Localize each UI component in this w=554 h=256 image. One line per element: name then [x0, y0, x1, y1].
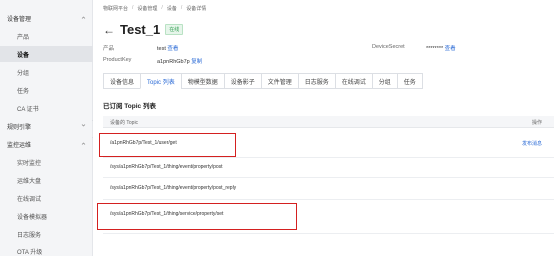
tab-device-info[interactable]: 设备信息 — [103, 73, 142, 89]
product-info-label: 产品 — [103, 46, 115, 52]
status-badge: 在线 — [165, 24, 184, 35]
productkey-info-value: a1pnRhGb7p 复制 — [157, 57, 202, 65]
title-row: ← Test_1 在线 — [103, 22, 184, 37]
sidebar-item-label: 产品 — [17, 34, 30, 41]
sidebar-group-label: 规则引擎 — [7, 124, 32, 131]
chevron-up-icon — [81, 142, 86, 145]
tab-topic-list[interactable]: Topic 列表 — [140, 73, 182, 89]
productkey-label: ProductKey — [103, 57, 132, 63]
publish-message-link[interactable]: 发布消息 — [522, 140, 542, 147]
tab-file-management[interactable]: 文件管理 — [260, 73, 299, 89]
sidebar-item-label: 设备模拟器 — [17, 214, 48, 221]
sidebar-group-label: 监控运维 — [7, 142, 32, 149]
table-row: /sys/a1pnRhGb7p/Test_1/thing/event/prope… — [103, 178, 554, 200]
sidebar-item-ops-dashboard[interactable]: 运维大盘 — [0, 172, 93, 188]
topic-cell: /sys/a1pnRhGb7p/Test_1/thing/event/prope… — [110, 185, 237, 191]
breadcrumb-iot-platform[interactable]: 物联网平台 — [103, 5, 128, 12]
sidebar-item-log-service[interactable]: 日志服务 — [0, 226, 93, 242]
tab-online-debug[interactable]: 在线调试 — [334, 73, 373, 89]
sidebar-item-products[interactable]: 产品 — [0, 28, 93, 44]
sidebar-group-monitoring[interactable]: 监控运维 — [0, 136, 93, 152]
tab-groups[interactable]: 分组 — [371, 73, 398, 89]
product-info-value: test 查看 — [157, 44, 178, 52]
sidebar-item-ota-upgrade[interactable]: OTA 升级 — [0, 243, 93, 256]
tab-tasks[interactable]: 任务 — [396, 73, 423, 89]
sidebar-item-groups[interactable]: 分组 — [0, 64, 93, 80]
sidebar-item-label: CA 证书 — [17, 106, 39, 113]
product-view-link[interactable]: 查看 — [167, 46, 178, 52]
sidebar-item-device-simulator[interactable]: 设备模拟器 — [0, 208, 93, 224]
back-arrow-icon[interactable]: ← — [103, 24, 115, 36]
sidebar-group-device-management[interactable]: 设备管理 — [0, 10, 93, 26]
chevron-down-icon — [81, 124, 86, 127]
breadcrumb-device-management[interactable]: 设备管理 — [137, 5, 157, 12]
product-name: test — [157, 46, 166, 52]
detail-tabs: 设备信息 Topic 列表 物模型数据 设备影子 文件管理 日志服务 在线调试 … — [103, 73, 423, 89]
sidebar-item-label: 实时监控 — [17, 160, 42, 167]
column-header-action: 操作 — [531, 120, 542, 126]
breadcrumb-separator: / — [161, 5, 163, 11]
breadcrumb: 物联网平台 / 设备管理 / 设备 / 设备详情 — [103, 5, 206, 12]
tab-device-shadow[interactable]: 设备影子 — [223, 73, 262, 89]
sidebar-item-online-debug[interactable]: 在线调试 — [0, 190, 93, 206]
sidebar-item-ca-certificate[interactable]: CA 证书 — [0, 100, 93, 116]
productkey-value: a1pnRhGb7p — [157, 59, 190, 65]
sidebar-item-tasks[interactable]: 任务 — [0, 82, 93, 98]
page-title: Test_1 — [120, 22, 161, 37]
devicesecret-label: DeviceSecret — [372, 44, 405, 50]
sidebar: 设备管理 产品 设备 分组 任务 CA 证书 规则引擎 监控运维 实时监控 运维… — [0, 0, 93, 256]
sidebar-item-label: OTA 升级 — [17, 249, 43, 256]
breadcrumb-devices[interactable]: 设备 — [167, 5, 177, 12]
devicesecret-info-value: ******** 查看 — [426, 44, 456, 52]
chevron-up-icon — [81, 16, 86, 19]
sidebar-group-label: 设备管理 — [7, 16, 32, 23]
devicesecret-value: ******** — [426, 46, 444, 52]
main-content: 物联网平台 / 设备管理 / 设备 / 设备详情 ← Test_1 在线 产品 … — [93, 0, 554, 256]
topic-cell: /sys/a1pnRhGb7p/Test_1/thing/event/prope… — [110, 164, 223, 170]
sidebar-group-rule-engine[interactable]: 规则引擎 — [0, 118, 93, 134]
breadcrumb-device-detail: 设备详情 — [186, 6, 207, 12]
column-header-topic: 设备的 Topic — [110, 120, 139, 126]
highlight-box-property-set — [97, 203, 297, 230]
table-row: /sys/a1pnRhGb7p/Test_1/thing/event/prope… — [103, 158, 554, 178]
productkey-copy-link[interactable]: 复制 — [191, 59, 202, 65]
sidebar-item-label: 日志服务 — [17, 232, 42, 239]
highlight-box-user-get — [99, 133, 236, 157]
breadcrumb-separator: / — [132, 5, 134, 11]
sidebar-item-devices[interactable]: 设备 — [0, 46, 93, 62]
table-header: 设备的 Topic 操作 — [103, 116, 554, 128]
tab-log-service[interactable]: 日志服务 — [297, 73, 336, 89]
section-title: 已订阅 Topic 列表 — [103, 103, 156, 110]
sidebar-item-label: 分组 — [17, 70, 30, 77]
sidebar-item-label: 任务 — [17, 88, 30, 95]
sidebar-item-realtime-monitor[interactable]: 实时监控 — [0, 154, 93, 170]
tab-thing-model-data[interactable]: 物模型数据 — [180, 73, 225, 89]
sidebar-item-label: 设备 — [17, 52, 30, 59]
breadcrumb-separator: / — [180, 5, 183, 11]
devicesecret-view-link[interactable]: 查看 — [445, 46, 456, 52]
sidebar-item-label: 运维大盘 — [17, 178, 42, 185]
sidebar-item-label: 在线调试 — [17, 196, 42, 203]
